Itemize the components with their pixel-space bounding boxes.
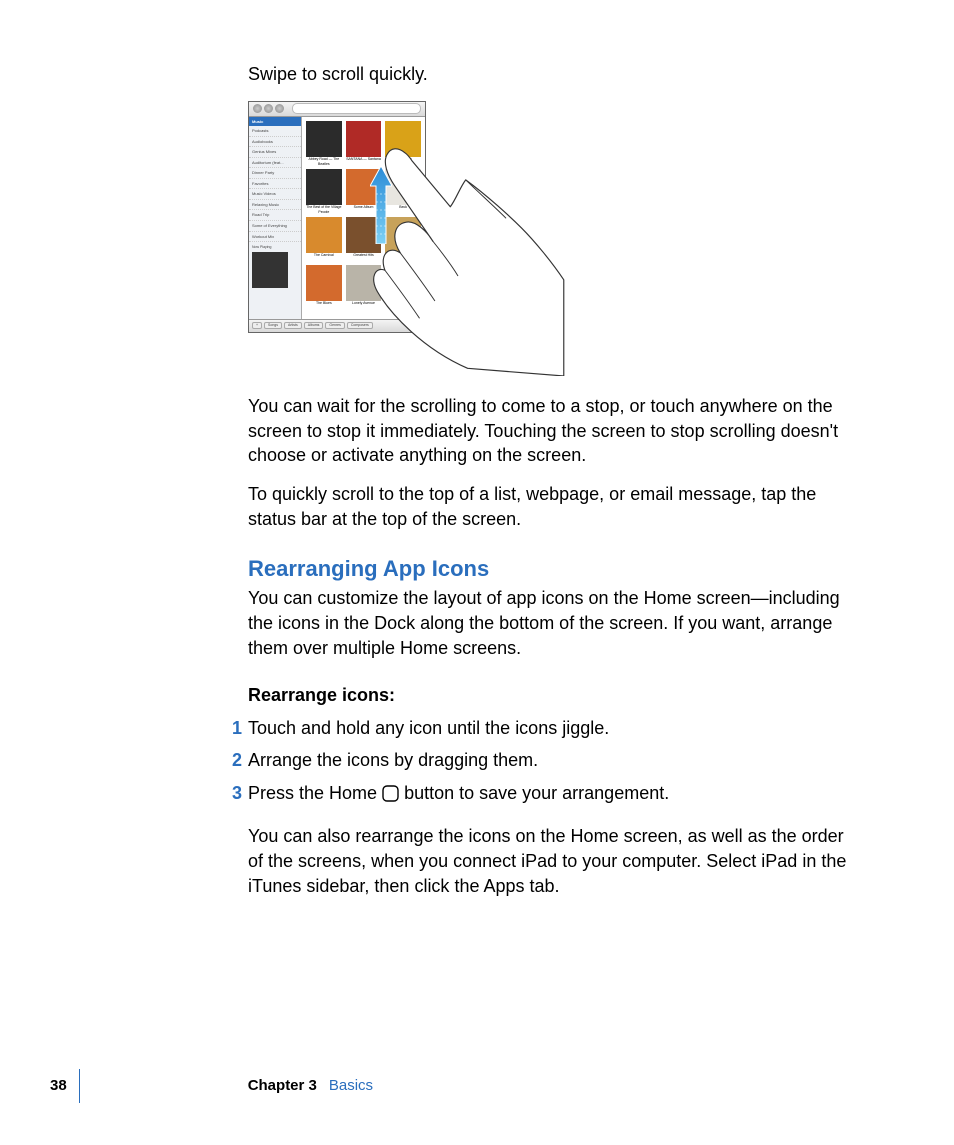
sidebar-item: Podcasts xyxy=(249,126,301,137)
document-page: Swipe to scroll quickly. Music PodcastsA… xyxy=(0,0,954,1145)
home-button-icon xyxy=(382,785,399,802)
album-tile: The Best of the Village People xyxy=(306,169,342,213)
sidebar-item: Road Trip xyxy=(249,210,301,221)
now-playing-label: Now Playing xyxy=(252,245,271,249)
chapter-label: Chapter 3 xyxy=(248,1076,317,1097)
intro-text: Swipe to scroll quickly. xyxy=(248,62,860,87)
body-paragraph-1: You can wait for the scrolling to come t… xyxy=(248,394,860,468)
page-footer: 38 Chapter 3 Basics xyxy=(50,1069,373,1103)
step-1: 1 Touch and hold any icon until the icon… xyxy=(248,716,860,741)
album-tile: The Blues xyxy=(306,265,342,309)
search-pill xyxy=(292,103,421,114)
hand-icon xyxy=(348,126,568,376)
closing-paragraph: You can also rearrange the icons on the … xyxy=(248,824,860,898)
bottom-tab: Songs xyxy=(264,322,282,329)
sidebar-item: Some of Everything xyxy=(249,221,301,232)
steps-heading: Rearrange icons: xyxy=(248,683,860,708)
sidebar-item: Music Videos xyxy=(249,189,301,200)
bottom-tab: Genres xyxy=(325,322,344,329)
sidebar-selected: Music xyxy=(249,117,301,127)
album-tile: The Carnival xyxy=(306,217,342,261)
sidebar-item: Favorites xyxy=(249,179,301,190)
step-2: 2 Arrange the icons by dragging them. xyxy=(248,748,860,773)
mock-sidebar: Music PodcastsAudiobooksGenius MixesAudi… xyxy=(249,117,302,319)
footer-divider xyxy=(79,1069,80,1103)
step-text: Press the Home button to save your arran… xyxy=(248,781,669,806)
bottom-tab: Artists xyxy=(284,322,302,329)
sidebar-item: Dinner Party xyxy=(249,168,301,179)
album-tile: Abbey Road — The Beatles xyxy=(306,121,342,165)
page-number: 38 xyxy=(50,1076,67,1097)
sidebar-item: Audiobooks xyxy=(249,137,301,148)
body-paragraph-2: To quickly scroll to the top of a list, … xyxy=(248,482,860,532)
sidebar-item: Workout Mix xyxy=(249,232,301,243)
mock-toolbar xyxy=(249,102,425,117)
step-number: 3 xyxy=(220,781,242,806)
bottom-tab: Albums xyxy=(304,322,324,329)
section-heading: Rearranging App Icons xyxy=(248,554,860,584)
now-playing-cover xyxy=(252,252,288,288)
sidebar-item: Auditorium (feat... xyxy=(249,158,301,169)
section-body: You can customize the layout of app icon… xyxy=(248,586,860,660)
swipe-illustration: Music PodcastsAudiobooksGenius MixesAudi… xyxy=(248,101,530,372)
step-number: 2 xyxy=(220,748,242,773)
chapter-name: Basics xyxy=(329,1076,373,1097)
sidebar-item: Genius Mixes xyxy=(249,147,301,158)
step-number: 1 xyxy=(220,716,242,741)
sidebar-item: Relaxing Music xyxy=(249,200,301,211)
step-text: Arrange the icons by dragging them. xyxy=(248,748,538,773)
step-3: 3 Press the Home button to save your arr… xyxy=(248,781,860,806)
step-text: Touch and hold any icon until the icons … xyxy=(248,716,609,741)
